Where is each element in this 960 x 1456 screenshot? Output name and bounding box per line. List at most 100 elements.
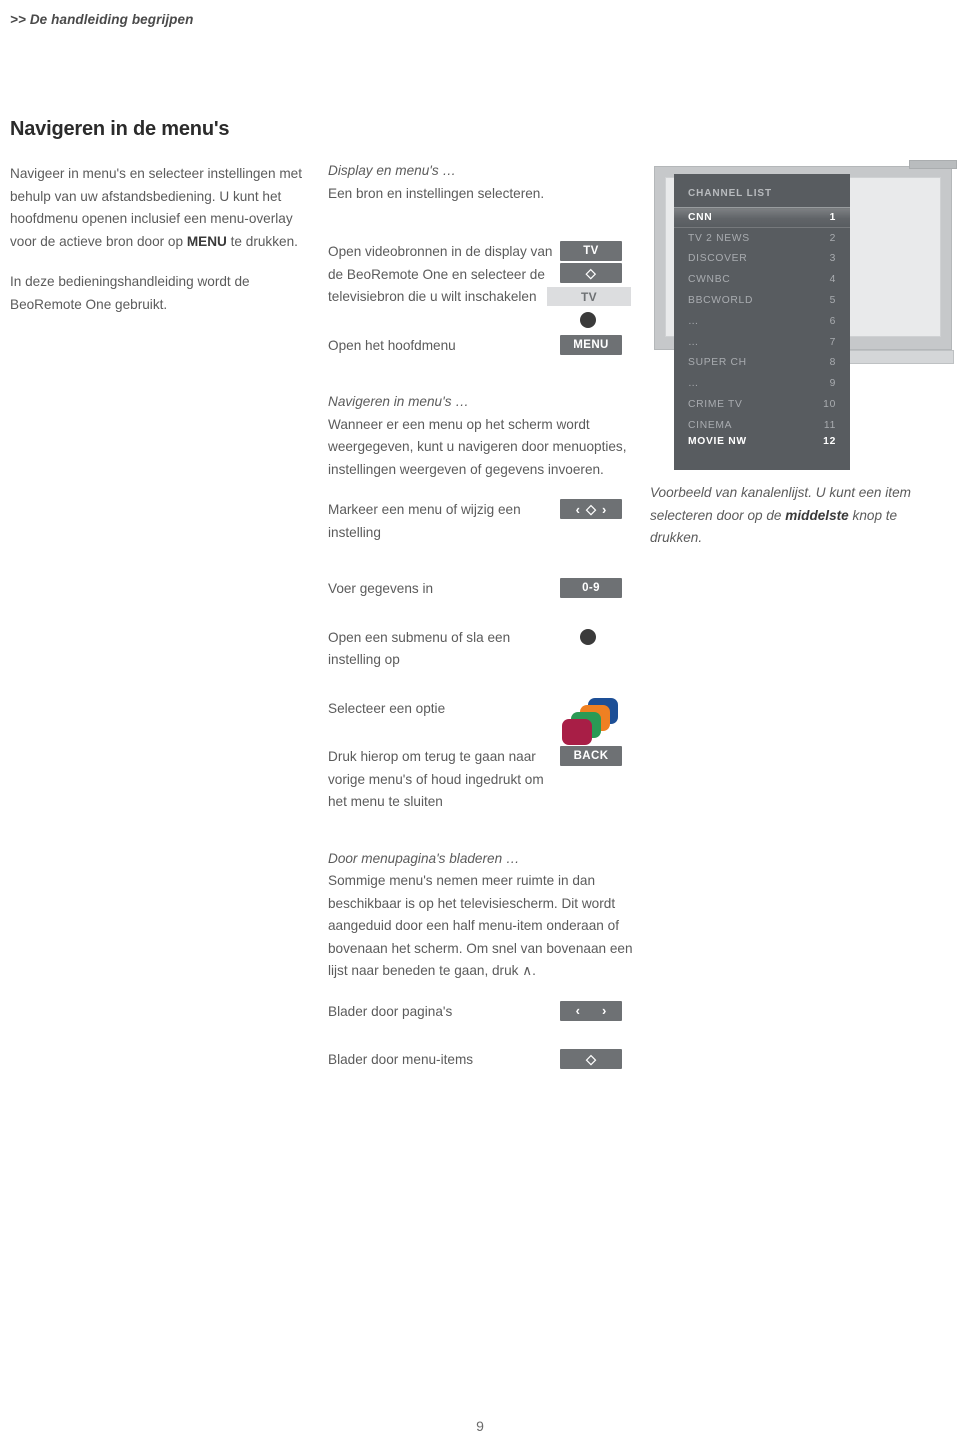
tv-top-cap xyxy=(909,160,957,169)
key-group-center xyxy=(560,627,652,645)
red-color-key[interactable] xyxy=(562,718,592,745)
channel-list-item[interactable]: … 7 xyxy=(674,332,850,353)
channel-number: 8 xyxy=(829,357,836,369)
right-arrow-icon: › xyxy=(602,1003,607,1018)
left-arrow-icon: ‹ xyxy=(575,1003,580,1018)
section-display-heading: Display en menu's … xyxy=(328,163,457,178)
key-group-colors xyxy=(560,697,652,746)
updown-nav-key[interactable]: ◇ xyxy=(560,1049,622,1069)
page-title: Navigeren in de menu's xyxy=(10,118,230,140)
instruction-select-option-text: Selecteer een optie xyxy=(328,700,446,716)
instruction-go-back: Druk hierop om terug te gaan naar vorige… xyxy=(328,746,648,814)
section-paging: Door menupagina's bladeren … Sommige men… xyxy=(328,848,648,1072)
key-group-video-sources: TV ◇ TV xyxy=(547,241,652,328)
remote-display-tv-row: TV xyxy=(547,287,631,306)
instruction-highlight-menu-text: Markeer een menu of wijzig een instellin… xyxy=(328,502,521,540)
up-down-arrow-icon: ◇ xyxy=(586,1051,596,1066)
menu-key[interactable]: MENU xyxy=(560,334,622,355)
channel-name: … xyxy=(688,378,699,390)
channel-list-item[interactable]: … 6 xyxy=(674,311,850,332)
section-navigate-intro: Wanneer er een menu op het scherm wordt … xyxy=(328,416,627,477)
key-group-item-arrows: ◇ xyxy=(560,1049,652,1071)
channel-number: 6 xyxy=(829,315,836,327)
numeric-key[interactable]: 0-9 xyxy=(560,578,622,598)
key-group-back: BACK xyxy=(560,746,652,768)
channel-list-item[interactable]: CWNBC 4 xyxy=(674,269,850,290)
channel-list-rows: CNN 1 TV 2 NEWS 2 DISCOVER 3 CWNBC 4 BBCWORLD 5… 6… xyxy=(674,207,850,446)
channel-name: SUPER CH xyxy=(688,357,747,369)
instruction-open-main-menu-text: Open het hoofdmenu xyxy=(328,337,456,353)
section-navigate-heading: Navigeren in menu's … xyxy=(328,394,469,409)
channel-list-title: CHANNEL LIST xyxy=(688,188,772,199)
key-group-numeric: 0-9 xyxy=(560,578,652,600)
running-header: >> De handleiding begrijpen xyxy=(10,12,194,27)
center-button-icon[interactable] xyxy=(580,628,596,645)
channel-list-item[interactable]: CRIME TV 10 xyxy=(674,394,850,415)
color-buttons-icon[interactable] xyxy=(562,697,622,746)
channel-number: 3 xyxy=(829,253,836,265)
instruction-highlight-menu: Markeer een menu of wijzig een instellin… xyxy=(328,499,648,544)
channel-list-item[interactable]: DISCOVER 3 xyxy=(674,249,850,270)
channel-list-item[interactable]: CINEMA 11 xyxy=(674,415,850,436)
tv-illustration: CHANNEL LIST CNN 1 TV 2 NEWS 2 DISCOVER 3 CWNB… xyxy=(650,160,960,470)
channel-list-item[interactable]: MOVIE NW 12 xyxy=(674,436,850,446)
channel-list-item[interactable]: SUPER CH 8 xyxy=(674,353,850,374)
instruction-open-main-menu: Open het hoofdmenu MENU xyxy=(328,334,648,358)
channel-name: TV 2 NEWS xyxy=(688,232,750,244)
section-display: Display en menu's … Een bron en instelli… xyxy=(328,160,648,357)
up-down-arrow-icon: ◇ xyxy=(586,501,596,516)
channel-name: … xyxy=(688,315,699,327)
channel-name: CINEMA xyxy=(688,419,733,431)
channel-name: DISCOVER xyxy=(688,253,748,265)
intro-paragraph-part2: te drukken. xyxy=(226,233,298,249)
left-right-nav-key[interactable]: ‹ › xyxy=(560,1000,622,1021)
left-arrow-icon: ‹ xyxy=(575,501,580,517)
page-number: 9 xyxy=(476,1418,484,1434)
instruction-open-video-sources-text: Open videobronnen in de display van de B… xyxy=(328,244,553,304)
back-key[interactable]: BACK xyxy=(560,746,622,766)
menu-keyword: MENU xyxy=(186,233,227,249)
channel-list-overlay: CHANNEL LIST CNN 1 TV 2 NEWS 2 DISCOVER 3 CWNB… xyxy=(674,174,850,470)
instruction-browse-menu-items: Blader door menu-items ◇ xyxy=(328,1049,648,1072)
section-display-intro: Een bron en instellingen selecteren. xyxy=(328,185,545,201)
channel-number: 11 xyxy=(823,419,836,431)
right-column: CHANNEL LIST CNN 1 TV 2 NEWS 2 DISCOVER 3 CWNB… xyxy=(650,160,957,545)
four-way-nav-key[interactable]: ‹ ◇ › xyxy=(560,499,622,519)
instruction-browse-pages-text: Blader door pagina's xyxy=(328,1003,453,1019)
channel-name: CRIME TV xyxy=(688,399,743,411)
channel-number: 5 xyxy=(829,295,836,307)
channel-list-item[interactable]: … 9 xyxy=(674,373,850,394)
up-down-arrow-icon: ◇ xyxy=(585,265,597,280)
channel-name: CNN xyxy=(688,211,713,223)
middle-column: Display en menu's … Een bron en instelli… xyxy=(328,160,648,1072)
channel-number: 7 xyxy=(829,336,836,348)
section-navigate: Navigeren in menu's … Wanneer er een men… xyxy=(328,391,648,814)
updown-nav-key[interactable]: ◇ xyxy=(560,263,622,283)
key-group-page-arrows: ‹ › xyxy=(560,1000,652,1023)
channel-number: 12 xyxy=(823,435,836,446)
instruction-browse-pages: Blader door pagina's ‹ › xyxy=(328,1000,648,1024)
center-button-icon[interactable] xyxy=(580,312,596,328)
channel-name: BBCWORLD xyxy=(688,295,754,307)
channel-name: CWNBC xyxy=(688,274,731,286)
tv-key[interactable]: TV xyxy=(560,241,622,261)
instruction-open-submenu: Open een submenu of sla een instelling o… xyxy=(328,627,648,672)
channel-list-item[interactable]: TV 2 NEWS 2 xyxy=(674,228,850,249)
figure-caption-bold: middelste xyxy=(785,507,849,523)
channel-number: 1 xyxy=(829,211,836,223)
channel-number: 4 xyxy=(829,274,836,286)
section-paging-intro: Sommige menu's nemen meer ruimte in dan … xyxy=(328,873,633,978)
instruction-open-submenu-text: Open een submenu of sla een instelling o… xyxy=(328,629,511,668)
channel-name: MOVIE NW xyxy=(688,435,747,446)
intro-paragraph: Navigeer in menu's en selecteer instelli… xyxy=(10,163,310,253)
channel-number: 9 xyxy=(829,378,836,390)
key-group-menu: MENU xyxy=(560,334,652,357)
right-arrow-icon: › xyxy=(602,501,607,517)
instruction-open-video-sources: Open videobronnen in de display van de B… xyxy=(328,241,648,328)
channel-number: 2 xyxy=(829,232,836,244)
channel-list-item[interactable]: BBCWORLD 5 xyxy=(674,290,850,311)
instruction-select-option: Selecteer een optie xyxy=(328,697,648,745)
channel-list-item[interactable]: CNN 1 xyxy=(674,207,850,228)
instruction-browse-menu-items-text: Blader door menu-items xyxy=(328,1052,474,1067)
figure-caption: Voorbeeld van kanalenlijst. U kunt een i… xyxy=(650,482,950,550)
